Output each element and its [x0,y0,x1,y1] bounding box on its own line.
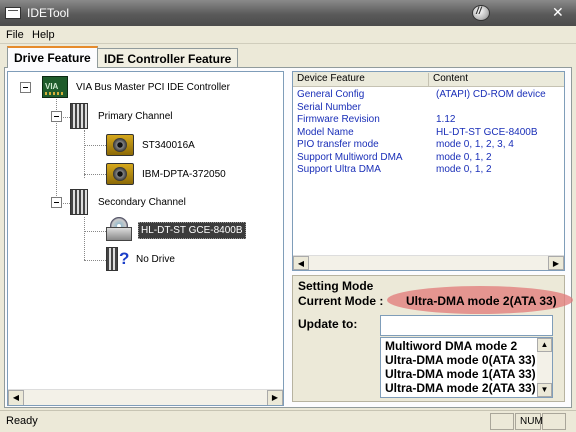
tab-drive-feature[interactable]: Drive Feature [7,46,98,68]
list-header: Device Feature Content [293,72,564,87]
no-drive-icon: ? [106,247,130,271]
feature-row-name[interactable]: Support Multiword DMA [297,152,403,163]
mode-option[interactable]: Ultra-DMA mode 1(ATA 33) [385,367,536,381]
theme-orb-icon[interactable] [472,5,490,21]
tree-node-label: ST340016A [142,139,195,151]
column-header-content[interactable]: Content [433,73,468,84]
tree-node-label: No Drive [136,253,175,265]
scroll-right-icon[interactable]: ▶ [267,390,283,405]
menu-help[interactable]: Help [32,29,55,41]
tree-node-primary-channel[interactable]: Primary Channel [70,103,174,129]
column-header-feature[interactable]: Device Feature [297,73,365,84]
current-mode-value: Ultra-DMA mode 2(ATA 33) [406,294,557,308]
scroll-left-icon[interactable]: ◀ [293,256,309,270]
tree-node-device-selected[interactable]: HL-DT-ST GCE-8400B [104,217,246,243]
mode-option[interactable]: Ultra-DMA mode 0(ATA 33) [385,353,536,367]
feature-row-name[interactable]: PIO transfer mode [297,139,379,150]
menu-bar: File Help [0,26,576,44]
device-tree[interactable]: VIA Bus Master PCI IDE Controller Primar… [7,71,284,406]
menu-file[interactable]: File [6,29,24,41]
hard-disk-icon [106,134,134,156]
update-mode-field[interactable] [380,315,553,336]
feature-row-value: 1.12 [436,114,456,125]
setting-mode-legend: Setting Mode [298,279,374,293]
feature-row-value: HL-DT-ST GCE-8400B [436,126,538,138]
tab-ide-controller-feature[interactable]: IDE Controller Feature [97,48,239,68]
update-to-label: Update to: [298,317,358,331]
list-vertical-scrollbar[interactable]: ▲ ▼ [537,338,552,397]
feature-row-value: mode 0, 1, 2, 3, 4 [436,139,514,150]
feature-row-value: (ATAPI) CD-ROM device [436,89,546,100]
controller-board-icon [42,76,68,98]
scroll-left-icon[interactable]: ◀ [8,390,24,405]
collapse-secondary-toggle[interactable] [51,197,62,208]
feature-row-name[interactable]: Serial Number [297,102,361,113]
list-horizontal-scrollbar[interactable]: ◀ ▶ [293,255,564,270]
collapse-primary-toggle[interactable] [51,111,62,122]
hard-disk-icon [106,163,134,185]
app-window-icon [5,7,21,19]
mode-option[interactable]: Multiword DMA mode 2 [385,339,517,353]
feature-row-value: mode 0, 1, 2 [436,164,492,175]
feature-row-name[interactable]: Model Name [297,127,354,138]
tree-node-controller[interactable]: VIA Bus Master PCI IDE Controller [42,76,232,98]
scroll-up-icon[interactable]: ▲ [537,338,552,352]
status-pane-num: NUM [515,413,543,430]
tree-node-device[interactable]: ? No Drive [106,247,177,271]
feature-row-name[interactable]: General Config [297,89,364,100]
tree-node-device[interactable]: ST340016A [106,134,197,156]
tree-node-label: VIA Bus Master PCI IDE Controller [76,81,230,93]
feature-row-name[interactable]: Support Ultra DMA [297,164,381,175]
scroll-right-icon[interactable]: ▶ [548,256,564,270]
tree-node-device[interactable]: IBM-DPTA-372050 [106,163,228,185]
feature-row-name[interactable]: Firmware Revision [297,114,380,125]
tree-node-label: IBM-DPTA-372050 [142,168,226,180]
tree-node-label: Primary Channel [98,110,173,122]
tree-node-secondary-channel[interactable]: Secondary Channel [70,189,188,215]
tree-horizontal-scrollbar[interactable]: ◀ ▶ [8,389,283,405]
window-title: IDETool [27,6,70,20]
ide-channel-icon [70,189,88,215]
mode-options-list[interactable]: Multiword DMA mode 2 Ultra-DMA mode 0(AT… [380,337,553,398]
ide-channel-icon [70,103,88,129]
close-icon[interactable]: ✕ [552,4,564,21]
status-pane-scroll [542,413,566,430]
status-text: Ready [6,415,38,427]
mode-option[interactable]: Ultra-DMA mode 2(ATA 33) [385,381,536,395]
tree-node-label: HL-DT-ST GCE-8400B [138,221,246,239]
cd-rom-icon [104,217,134,243]
collapse-controller-toggle[interactable] [20,82,31,93]
tree-node-label: Secondary Channel [98,196,186,208]
status-bar: Ready NUM [0,410,576,432]
title-bar: IDETool ✕ [0,0,576,26]
scroll-down-icon[interactable]: ▼ [537,383,552,397]
status-pane-caps [490,413,514,430]
feature-list[interactable]: Device Feature Content General Config (AT… [292,71,565,271]
current-mode-label: Current Mode : [298,294,384,308]
feature-row-value: mode 0, 1, 2 [436,151,492,163]
